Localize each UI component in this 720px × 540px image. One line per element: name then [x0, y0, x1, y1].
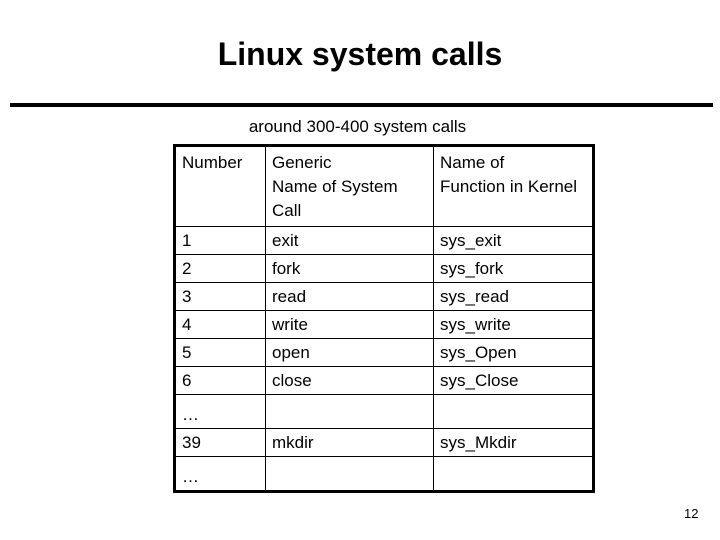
cell-generic: mkdir — [265, 428, 434, 457]
table-row: 39 mkdir sys_Mkdir — [174, 428, 594, 457]
cell-number: 6 — [174, 366, 266, 395]
header-generic-line: Call — [272, 201, 302, 220]
header-generic-name: Generic Name of System Call — [265, 145, 434, 227]
table-row: 5 open sys_Open — [174, 338, 594, 367]
ellipsis-text: … — [182, 405, 199, 424]
table-row: 3 read sys_read — [174, 282, 594, 311]
cell-number: 2 — [174, 254, 266, 283]
cell-number: 3 — [174, 282, 266, 311]
cell-kernel: sys_Close — [433, 366, 594, 395]
header-number-line: Number — [182, 153, 243, 172]
table-row: 4 write sys_write — [174, 310, 594, 339]
cell-number: 39 — [174, 428, 266, 457]
cell-number: 5 — [174, 338, 266, 367]
cell-generic: write — [265, 310, 434, 339]
cell-number: 4 — [174, 310, 266, 339]
cell-generic — [265, 456, 434, 492]
title-divider — [10, 103, 713, 107]
table-row-ellipsis: … — [174, 394, 594, 429]
header-kernel-function: Name of Function in Kernel — [433, 145, 594, 227]
cell-kernel: sys_fork — [433, 254, 594, 283]
system-calls-table: Number Generic Name of System Call Name … — [173, 144, 595, 493]
header-number: Number — [174, 145, 266, 227]
ellipsis-text: … — [182, 467, 199, 486]
slide-subtitle: around 300-400 system calls — [248, 117, 467, 136]
page-number: 12 — [684, 506, 699, 521]
table-row-ellipsis: … — [174, 456, 594, 492]
cell-generic: close — [265, 366, 434, 395]
header-kernel-line: Name of — [440, 153, 505, 172]
cell-number: … — [174, 456, 266, 492]
table-header-row: Number Generic Name of System Call Name … — [174, 145, 594, 227]
table-row: 1 exit sys_exit — [174, 226, 594, 255]
cell-generic: exit — [265, 226, 434, 255]
cell-kernel: sys_Open — [433, 338, 594, 367]
cell-generic: fork — [265, 254, 434, 283]
cell-kernel: sys_read — [433, 282, 594, 311]
slide-title: Linux system calls — [217, 36, 503, 72]
cell-kernel — [433, 394, 594, 429]
cell-kernel: sys_exit — [433, 226, 594, 255]
cell-number: 1 — [174, 226, 266, 255]
cell-number: … — [174, 394, 266, 429]
cell-kernel — [433, 456, 594, 492]
cell-kernel: sys_Mkdir — [433, 428, 594, 457]
cell-generic: read — [265, 282, 434, 311]
table-row: 6 close sys_Close — [174, 366, 594, 395]
table-row: 2 fork sys_fork — [174, 254, 594, 283]
header-generic-line: Name of System — [272, 177, 398, 196]
header-kernel-line: Function in Kernel — [440, 177, 578, 196]
header-generic-line: Generic — [272, 153, 332, 172]
cell-generic — [265, 394, 434, 429]
cell-generic: open — [265, 338, 434, 367]
cell-kernel: sys_write — [433, 310, 594, 339]
